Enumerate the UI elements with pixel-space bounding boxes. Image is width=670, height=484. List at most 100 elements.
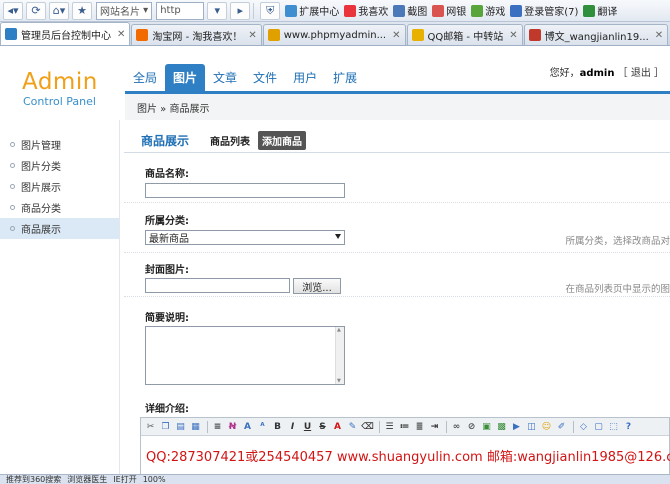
align-left-icon[interactable]: ☰	[383, 420, 396, 433]
paste-icon[interactable]: ▤	[174, 420, 187, 433]
close-icon[interactable]: ✕	[509, 30, 517, 41]
copy-icon[interactable]: ❐	[159, 420, 172, 433]
bookmark-item[interactable]: 网银	[432, 3, 466, 18]
bookmark-item[interactable]: 登录管家(7)	[510, 3, 578, 18]
browser-tab[interactable]: QQ邮箱 - 中转站 ✕	[406, 24, 523, 45]
media-icon[interactable]: ▶	[510, 420, 523, 433]
bookmark-item[interactable]: 翻译	[583, 3, 617, 18]
cover-file-input[interactable]	[145, 278, 290, 293]
flash-icon[interactable]: ▩	[495, 420, 508, 433]
indent-icon[interactable]: ⇥	[428, 420, 441, 433]
highlight-icon[interactable]: ✎	[346, 420, 359, 433]
back-arrow-icon[interactable]: ◂▾	[3, 1, 23, 20]
file-icon[interactable]: ◫	[525, 420, 538, 433]
sidebar-item[interactable]: 图片管理	[0, 134, 119, 155]
paste-word-icon[interactable]: ▦	[189, 420, 202, 433]
preview-icon[interactable]: ▢	[592, 420, 605, 433]
nav-item[interactable]: 文章	[205, 64, 245, 91]
logo[interactable]: Admin Control Panel	[22, 69, 132, 108]
summary-textarea[interactable]	[145, 326, 345, 385]
close-icon[interactable]: ✕	[655, 30, 663, 41]
status-item[interactable]: 浏览器医生	[67, 475, 107, 484]
italic-icon[interactable]: I	[286, 420, 299, 433]
image-icon[interactable]: ▣	[480, 420, 493, 433]
nav-item[interactable]: 文件	[245, 64, 285, 91]
nav-item[interactable]: 全局	[125, 64, 165, 91]
chevron-down-icon	[335, 234, 341, 239]
scrollbar[interactable]	[335, 327, 344, 384]
address-field[interactable]: http	[156, 1, 205, 20]
bookmark-label: 登录管家(7)	[524, 7, 579, 18]
editor-toolbar: ✂ ❐ ▤ ▦ ≡ Ꞥ A ᴬ B I U S A ✎ ⌫ ☰ ≔ ≣ ⇥ ∞ …	[141, 418, 669, 436]
tab-product-list[interactable]: 商品列表	[210, 133, 250, 148]
font-family-icon[interactable]: ᴬ	[256, 420, 269, 433]
refresh-icon[interactable]: ⟳	[26, 1, 46, 20]
browser-tab[interactable]: 管理员后台控制中心 ✕	[0, 22, 131, 45]
browser-tab[interactable]: 淘宝网 - 淘我喜欢！ ✕	[131, 24, 262, 45]
nav-item[interactable]: 图片	[165, 64, 206, 91]
cover-label: 封面图片:	[145, 265, 189, 276]
bookmark-item[interactable]: 游戏	[471, 3, 505, 18]
close-icon[interactable]: ✕	[392, 30, 400, 41]
heart-icon	[344, 4, 357, 17]
font-style-icon[interactable]: Ꞥ	[226, 420, 239, 433]
smiley-icon[interactable]: ☺	[540, 420, 553, 433]
game-icon	[471, 4, 484, 17]
link-icon[interactable]: ∞	[450, 420, 463, 433]
browser-tab[interactable]: www.phpmyadmin... ✕	[262, 24, 406, 45]
status-item[interactable]: IE打开	[113, 475, 136, 484]
star-icon[interactable]: ★	[72, 1, 92, 20]
format-icon[interactable]: ≡	[211, 420, 224, 433]
category-hint: 所属分类，选择改商品对	[565, 236, 670, 247]
numbered-list-icon[interactable]: ≣	[413, 420, 426, 433]
bookmark-item[interactable]: 我喜欢	[344, 3, 388, 18]
text-color-icon[interactable]: A	[331, 420, 344, 433]
status-item[interactable]: 推荐到360搜索	[6, 475, 61, 484]
browser-tab-bar: 管理员后台控制中心 ✕ 淘宝网 - 淘我喜欢！ ✕ www.phpmyadmin... ✕…	[0, 22, 670, 46]
bookmark-item[interactable]: 扩展中心	[285, 3, 339, 18]
sidebar-item-label: 商品展示	[21, 225, 61, 236]
strikethrough-icon[interactable]: S	[316, 420, 329, 433]
dropdown-chevron-icon[interactable]: ▾	[207, 1, 228, 20]
logo-title: Admin	[22, 69, 98, 95]
browser-tab-label: QQ邮箱 - 中转站	[427, 31, 504, 43]
favicon-icon	[528, 29, 541, 41]
home-icon[interactable]: ⌂▾	[49, 1, 69, 20]
unlink-icon[interactable]: ⊘	[465, 420, 478, 433]
logout-link[interactable]: ［ 退出 ］	[618, 68, 664, 79]
sidebar-item[interactable]: 图片展示	[0, 176, 119, 197]
shield-icon[interactable]: ⛨	[260, 1, 281, 20]
bookmark-item[interactable]: 截图	[393, 3, 427, 18]
browse-button[interactable]: 浏览...	[293, 278, 341, 294]
edit-icon[interactable]: ✐	[555, 420, 568, 433]
status-item[interactable]: 100%	[143, 475, 166, 484]
source-code-icon[interactable]: ◇	[577, 420, 590, 433]
nav-item[interactable]: 扩展	[325, 64, 365, 91]
font-size-icon[interactable]: A	[241, 420, 254, 433]
nav-item[interactable]: 用户	[285, 64, 325, 91]
eraser-icon[interactable]: ⌫	[361, 420, 374, 433]
sidebar-item[interactable]: 商品展示	[0, 218, 119, 239]
underline-icon[interactable]: U	[301, 420, 314, 433]
site-card-menu[interactable]: 网站名片 ▾	[96, 1, 153, 20]
browser-tab[interactable]: 博文_wangjianlin19... ✕	[523, 24, 669, 45]
sidebar-item[interactable]: 图片分类	[0, 155, 119, 176]
toolbar-divider	[573, 420, 574, 433]
logo-subtitle: Control Panel	[23, 95, 96, 108]
sidebar-item-label: 图片管理	[21, 141, 61, 152]
fullscreen-icon[interactable]: ⬚	[607, 420, 620, 433]
sidebar-item[interactable]: 商品分类	[0, 197, 119, 218]
category-select[interactable]: 最新商品	[145, 230, 345, 245]
key-icon	[510, 4, 523, 17]
cut-icon[interactable]: ✂	[144, 420, 157, 433]
help-icon[interactable]: ?	[622, 420, 635, 433]
bullet-list-icon[interactable]: ≔	[398, 420, 411, 433]
tab-add-product[interactable]: 添加商品	[258, 131, 307, 150]
editor-content[interactable]: QQ:287307421或254540457 www.shuangyulin.c…	[141, 436, 670, 465]
close-icon[interactable]: ✕	[117, 29, 125, 40]
product-name-input[interactable]	[145, 183, 345, 198]
close-icon[interactable]: ✕	[248, 30, 256, 41]
bold-icon[interactable]: B	[271, 420, 284, 433]
go-arrow-icon[interactable]: ▸	[230, 1, 251, 20]
bookmark-bar: 扩展中心 我喜欢 截图 网银 游戏 登录管家(7) 翻译	[280, 3, 617, 18]
